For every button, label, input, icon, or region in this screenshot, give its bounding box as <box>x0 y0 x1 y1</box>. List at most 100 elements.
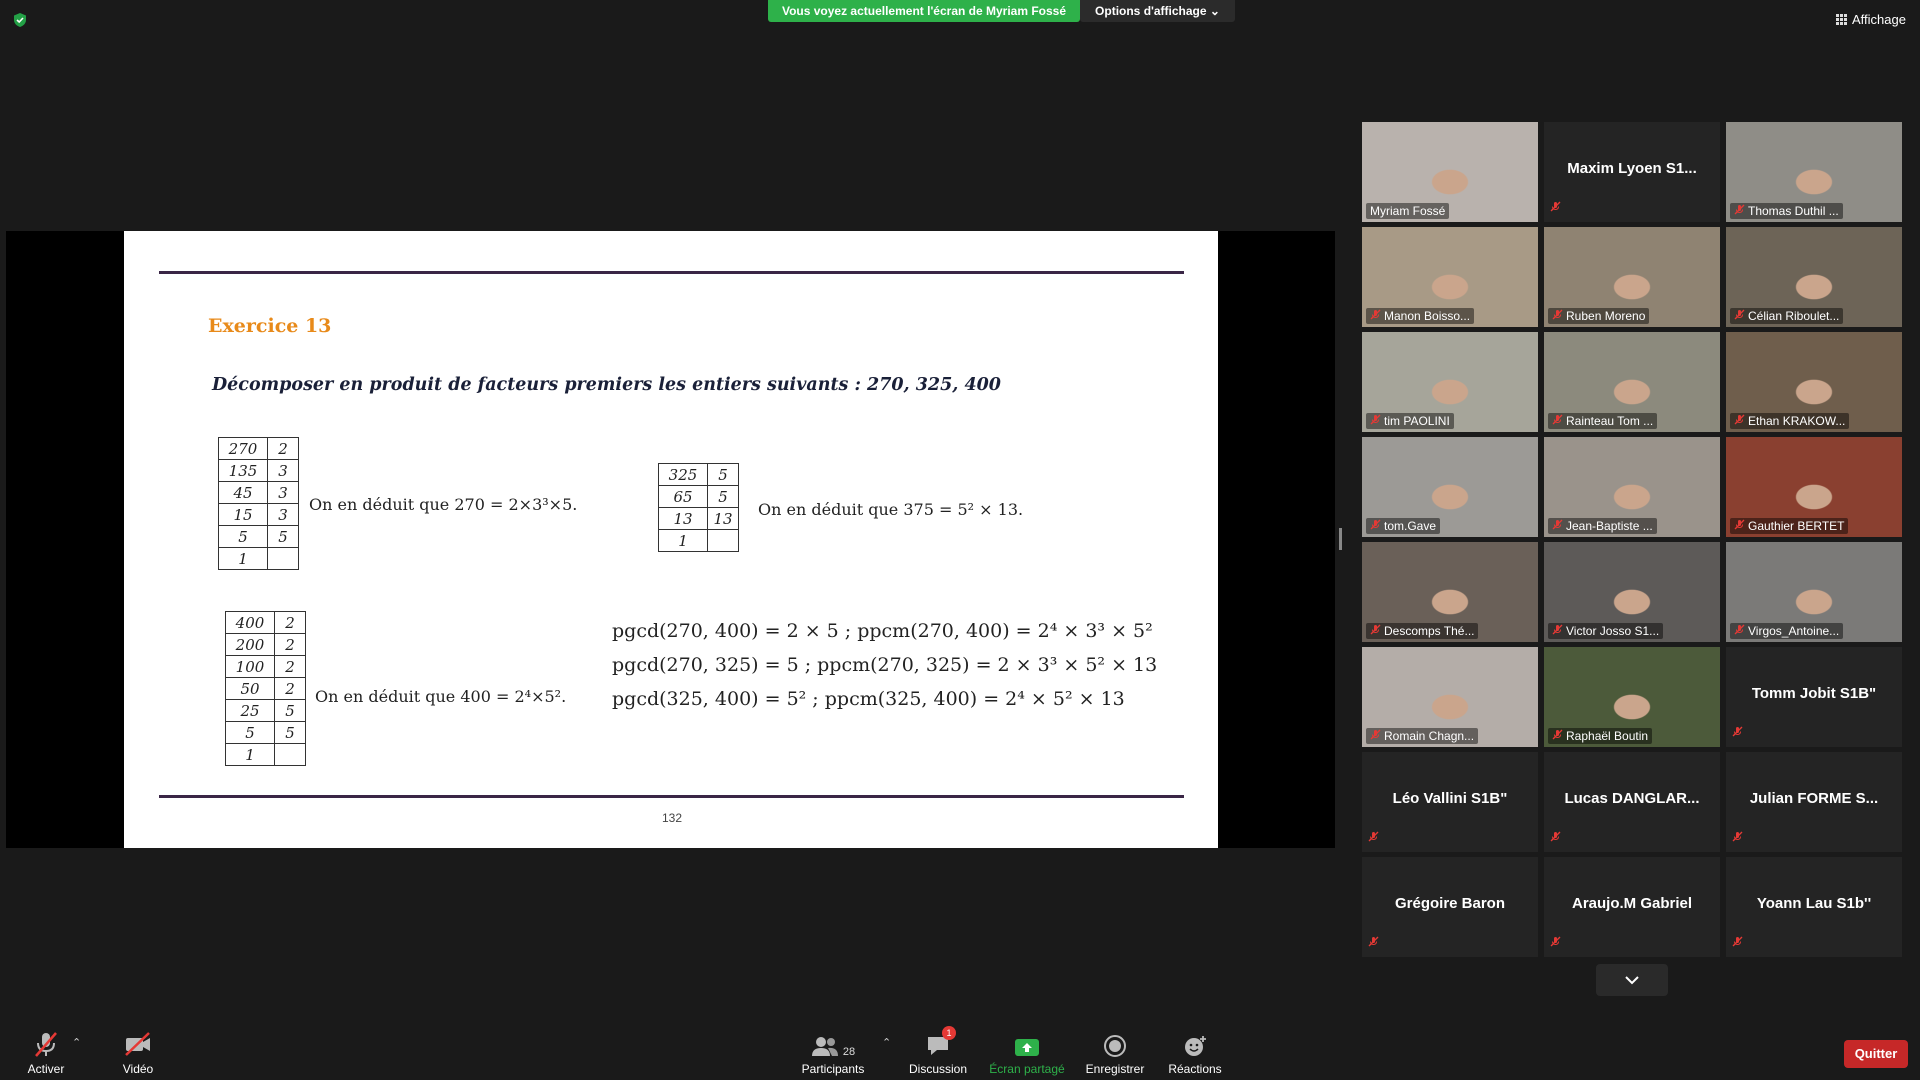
mic-options-caret[interactable]: ⌃ <box>72 1036 81 1049</box>
participant-name-tag: Ethan KRAKOW... <box>1730 413 1850 429</box>
mic-muted-icon <box>1370 309 1381 323</box>
reactions-icon <box>1185 1036 1206 1056</box>
participant-name: Myriam Fossé <box>1370 204 1446 218</box>
participant-tile[interactable]: Ruben Moreno <box>1544 227 1720 327</box>
participant-tile[interactable]: Célian Riboulet... <box>1726 227 1902 327</box>
factor-number: 25 <box>225 699 275 722</box>
factor-number: 270 <box>218 437 268 460</box>
video-off-icon <box>125 1032 150 1056</box>
participant-tile[interactable]: Romain Chagn... <box>1362 647 1538 747</box>
participant-tile[interactable]: Yoann Lau S1b'' <box>1726 857 1902 957</box>
participant-tile[interactable]: Lucas DANGLAR... <box>1544 752 1720 852</box>
participant-tile[interactable]: Descomps Thé... <box>1362 542 1538 642</box>
participant-tile[interactable]: Julian FORME S... <box>1726 752 1902 852</box>
mic-muted-icon <box>1550 829 1561 847</box>
mic-muted-icon <box>1734 519 1745 533</box>
participant-tile[interactable]: tim PAOLINI <box>1362 332 1538 432</box>
participant-tile[interactable]: Grégoire Baron <box>1362 857 1538 957</box>
security-shield-icon[interactable] <box>12 12 28 28</box>
factor-divisor <box>274 743 306 766</box>
exercise-instruction: Décomposer en produit de facteurs premie… <box>212 375 1001 395</box>
participant-name-tag: Gauthier BERTET <box>1730 518 1849 534</box>
reactions-label: Réactions <box>1168 1062 1222 1076</box>
participant-tile[interactable]: Manon Boisso... <box>1362 227 1538 327</box>
view-layout-button[interactable]: Affichage <box>1836 8 1906 30</box>
factor-divisor: 5 <box>267 525 299 548</box>
participant-name-tag: Rainteau Tom ... <box>1548 413 1658 429</box>
participant-name: Descomps Thé... <box>1384 624 1475 638</box>
participant-name: Jean-Baptiste ... <box>1566 519 1653 533</box>
factor-divisor: 5 <box>274 699 306 722</box>
factor-number: 5 <box>225 721 275 744</box>
participant-name: tim PAOLINI <box>1384 414 1450 428</box>
participant-tile[interactable]: Tomm Jobit S1B" <box>1726 647 1902 747</box>
mic-muted-icon <box>1370 519 1381 533</box>
participant-name: Romain Chagn... <box>1384 729 1475 743</box>
factor-divisor: 2 <box>274 611 306 634</box>
mic-muted-icon <box>1732 724 1743 742</box>
mic-muted-icon <box>1550 199 1561 217</box>
mic-muted-icon <box>1732 934 1743 952</box>
participant-tile[interactable]: Ethan KRAKOW... <box>1726 332 1902 432</box>
factor-number: 50 <box>225 677 275 700</box>
slide-bottom-rule <box>159 795 1184 798</box>
factor-row: 55 <box>225 721 306 744</box>
participant-name: Raphaël Boutin <box>1566 729 1649 743</box>
record-button[interactable]: Enregistrer <box>1075 1030 1155 1076</box>
participant-tile[interactable]: Araujo.M Gabriel <box>1544 857 1720 957</box>
factor-divisor: 2 <box>274 633 306 656</box>
participant-tile[interactable]: Thomas Duthil ... <box>1726 122 1902 222</box>
reactions-button[interactable]: Réactions <box>1155 1030 1235 1076</box>
view-options-label: Options d'affichage <box>1095 4 1207 18</box>
screen-share-banner: Vous voyez actuellement l'écran de Myria… <box>768 0 1080 22</box>
participant-name: Julian FORME S... <box>1749 790 1879 807</box>
participant-name: Araujo.M Gabriel <box>1571 895 1693 912</box>
participant-tile[interactable]: tom.Gave <box>1362 437 1538 537</box>
quit-button[interactable]: Quitter <box>1844 1040 1908 1068</box>
factor-table-400: 400 2 200 2 100 2 50 2 25 5 5 5 1 <box>225 611 306 766</box>
factor-number: 45 <box>218 481 268 504</box>
participant-name: Victor Josso S1... <box>1566 624 1660 638</box>
factor-table-270: 270 2 135 3 45 3 15 3 5 5 1 <box>218 437 299 570</box>
chevron-down-icon <box>1625 976 1639 985</box>
view-options-dropdown[interactable]: Options d'affichage ⌄ <box>1080 0 1235 22</box>
participant-tile[interactable]: Raphaël Boutin <box>1544 647 1720 747</box>
chat-button[interactable]: 1 Discussion <box>898 1026 978 1076</box>
participant-tile[interactable]: Gauthier BERTET <box>1726 437 1902 537</box>
participant-tile[interactable]: Victor Josso S1... <box>1544 542 1720 642</box>
participant-name-tag: Jean-Baptiste ... <box>1548 518 1657 534</box>
participant-tile[interactable]: Jean-Baptiste ... <box>1544 437 1720 537</box>
factor-number: 100 <box>225 655 275 678</box>
mic-muted-icon <box>35 1032 57 1057</box>
participants-count: 28 <box>842 1046 856 1058</box>
video-button[interactable]: Vidéo <box>98 1030 178 1076</box>
participant-tile[interactable]: Myriam Fossé <box>1362 122 1538 222</box>
mic-muted-icon <box>1552 309 1563 323</box>
participant-tile[interactable]: Rainteau Tom ... <box>1544 332 1720 432</box>
factor-number: 5 <box>218 525 268 548</box>
factor-divisor: 3 <box>267 503 299 526</box>
participant-tile[interactable]: Virgos_Antoine... <box>1726 542 1902 642</box>
split-view-handle[interactable] <box>1339 528 1342 550</box>
factor-number: 400 <box>225 611 275 634</box>
mic-muted-icon <box>1734 414 1745 428</box>
participant-name-tag: Descomps Thé... <box>1366 623 1479 639</box>
mic-muted-icon <box>1552 624 1563 638</box>
factor-number: 200 <box>225 633 275 656</box>
grid-icon <box>1836 13 1847 25</box>
factor-divisor: 2 <box>274 677 306 700</box>
participants-button[interactable]: 28 Participants <box>793 1030 873 1076</box>
factor-divisor: 3 <box>267 481 299 504</box>
participant-name-tag: Thomas Duthil ... <box>1730 203 1843 219</box>
participant-name-tag: Ruben Moreno <box>1548 308 1650 324</box>
participant-tile[interactable]: Maxim Lyoen S1... <box>1544 122 1720 222</box>
share-screen-button[interactable]: Écran partagé <box>987 1030 1067 1076</box>
participant-tile[interactable]: Léo Vallini S1B" <box>1362 752 1538 852</box>
participant-name-tag: Virgos_Antoine... <box>1730 623 1844 639</box>
participants-options-caret[interactable]: ⌃ <box>882 1036 891 1049</box>
participant-name-tag: tom.Gave <box>1366 518 1441 534</box>
factor-divisor: 2 <box>267 437 299 460</box>
page-number: 132 <box>662 811 683 825</box>
more-participants-button[interactable] <box>1596 964 1668 996</box>
mic-muted-icon <box>1368 829 1379 847</box>
